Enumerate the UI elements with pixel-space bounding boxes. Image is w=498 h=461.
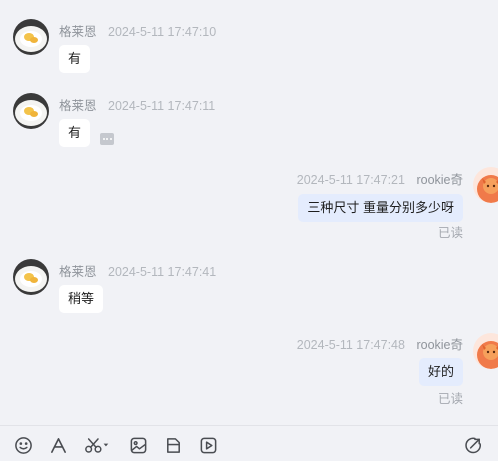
- message-bubble[interactable]: 有: [59, 119, 91, 147]
- message-bubble[interactable]: 三种尺寸 重量分别多少呀: [298, 194, 463, 222]
- message-bubble[interactable]: 有: [59, 45, 91, 73]
- sender-name: 格莱恩: [59, 265, 97, 279]
- chat-message-list[interactable]: 格莱恩 2024-5-11 17:47:10 有 格莱恩 2024-5-11 1…: [0, 0, 498, 425]
- scissors-icon[interactable]: [83, 435, 113, 455]
- message-bubble[interactable]: 好的: [418, 358, 463, 386]
- sender-name: rookie奇: [416, 338, 463, 352]
- read-status: 已读: [437, 392, 463, 406]
- message-time: 2024-5-11 17:47:41: [108, 265, 217, 279]
- message-meta: 格莱恩 2024-5-11 17:47:41: [59, 261, 216, 280]
- my-avatar[interactable]: [473, 333, 498, 369]
- file-icon[interactable]: [163, 435, 183, 455]
- message-time: 2024-5-11 17:47:11: [108, 99, 216, 113]
- message-bubble[interactable]: 稍等: [59, 285, 104, 313]
- sender-avatar[interactable]: [13, 93, 49, 129]
- message-time: 2024-5-11 17:47:48: [296, 338, 405, 352]
- sender-avatar[interactable]: [13, 259, 49, 295]
- emoji-icon[interactable]: [13, 435, 33, 455]
- message-meta: 2024-5-11 17:47:48 rookie奇: [297, 334, 463, 353]
- sender-name: rookie奇: [416, 173, 463, 187]
- message-meta: 格莱恩 2024-5-11 17:47:10: [59, 21, 216, 40]
- image-icon[interactable]: [128, 435, 148, 455]
- more-options-icon[interactable]: [100, 133, 114, 145]
- message-time: 2024-5-11 17:47:21: [296, 173, 405, 187]
- my-avatar[interactable]: [473, 167, 498, 203]
- message-meta: 格莱恩 2024-5-11 17:47:11: [59, 95, 215, 114]
- sender-name: 格莱恩: [59, 99, 97, 113]
- message-time: 2024-5-11 17:47:10: [108, 25, 217, 39]
- sender-avatar[interactable]: [13, 19, 49, 55]
- read-status: 已读: [437, 226, 463, 240]
- message-meta: 2024-5-11 17:47:21 rookie奇: [297, 169, 463, 188]
- video-icon[interactable]: [198, 435, 218, 455]
- send-icon[interactable]: [463, 435, 483, 455]
- font-icon[interactable]: [48, 435, 68, 455]
- input-toolbar: [0, 425, 498, 461]
- sender-name: 格莱恩: [59, 25, 97, 39]
